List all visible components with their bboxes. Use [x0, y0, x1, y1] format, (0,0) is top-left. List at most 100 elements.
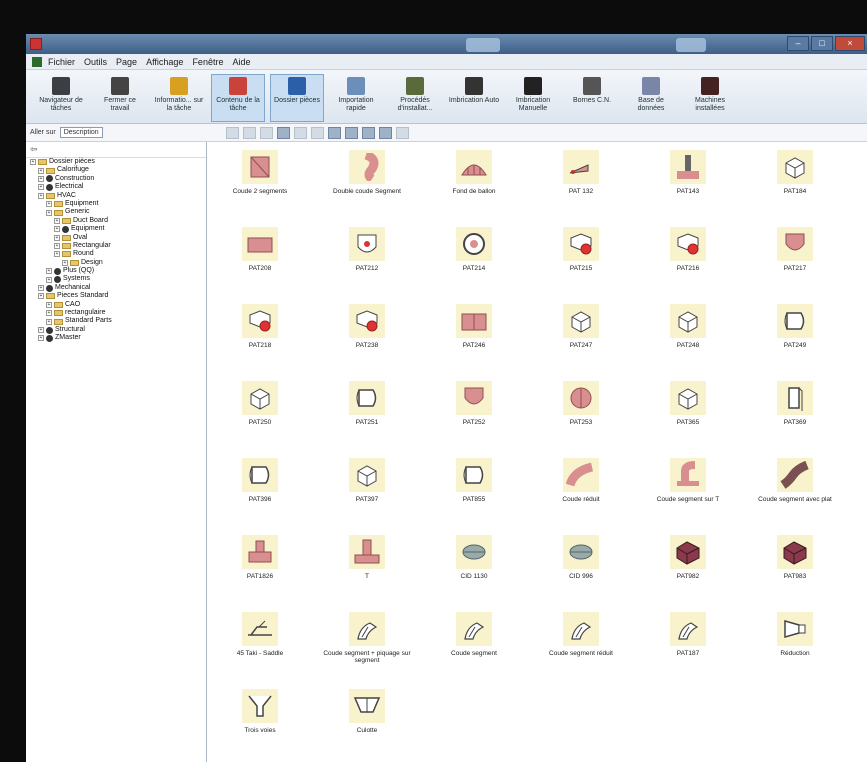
part-item[interactable]: PAT187 — [635, 604, 741, 681]
part-item[interactable]: PAT251 — [314, 373, 420, 450]
expand-icon[interactable]: + — [38, 293, 44, 300]
ribbon-button[interactable]: Fermer ce travail — [93, 74, 147, 122]
part-item[interactable]: PAT218 — [207, 296, 313, 373]
part-item[interactable]: PAT249 — [742, 296, 848, 373]
maximize-button[interactable]: □ — [811, 36, 833, 51]
tree-node[interactable]: + Rectangular — [26, 242, 206, 250]
part-item[interactable]: T — [314, 527, 420, 604]
part-item[interactable]: Réduction — [742, 604, 848, 681]
part-item[interactable]: PAT208 — [207, 219, 313, 296]
ribbon-button[interactable]: Navigateur de tâches — [34, 74, 88, 122]
expand-icon[interactable]: + — [46, 301, 52, 308]
ribbon-button[interactable]: Importation rapide — [329, 74, 383, 122]
ribbon-button[interactable]: Machines installées — [683, 74, 737, 122]
part-item[interactable]: Culotte — [314, 681, 420, 758]
part-item[interactable]: PAT248 — [635, 296, 741, 373]
part-item[interactable]: PAT396 — [207, 450, 313, 527]
part-item[interactable]: PAT855 — [421, 450, 527, 527]
part-item[interactable]: PAT246 — [421, 296, 527, 373]
expand-icon[interactable]: + — [38, 335, 44, 342]
tree-node[interactable]: + Generic — [26, 208, 206, 216]
expand-icon[interactable]: + — [46, 310, 52, 317]
expand-icon[interactable]: + — [62, 259, 68, 266]
part-item[interactable]: PAT184 — [742, 142, 848, 219]
title-bar[interactable]: – □ × — [26, 34, 867, 54]
expand-icon[interactable]: + — [38, 192, 44, 199]
menu-fichier[interactable]: Fichier — [48, 57, 75, 67]
tree-node[interactable]: + Systems — [26, 275, 206, 284]
expand-icon[interactable]: + — [38, 175, 44, 182]
ribbon-button[interactable]: Procédés d'installat... — [388, 74, 442, 122]
view-details-button[interactable] — [379, 126, 392, 139]
view-list-button[interactable] — [362, 126, 375, 139]
part-item[interactable]: PAT247 — [528, 296, 634, 373]
ribbon-button[interactable]: Dossier pièces — [270, 74, 324, 122]
tool-button[interactable] — [396, 126, 409, 139]
tree-node[interactable]: + Equipment — [26, 225, 206, 233]
tree-node[interactable]: + Standard Parts — [26, 317, 206, 325]
part-item[interactable]: Coude segment sur T — [635, 450, 741, 527]
part-item[interactable]: PAT253 — [528, 373, 634, 450]
expand-icon[interactable]: + — [54, 251, 60, 258]
view-small-icons-button[interactable] — [345, 126, 358, 139]
tool-button[interactable] — [294, 126, 307, 139]
tree-node[interactable]: + HVAC — [26, 192, 206, 200]
ribbon-button[interactable]: Informatio... sur la tâche — [152, 74, 206, 122]
part-item[interactable]: Coude segment avec plat — [742, 450, 848, 527]
tree-node[interactable]: + Equipment — [26, 200, 206, 208]
part-item[interactable]: PAT1826 — [207, 527, 313, 604]
tree-node[interactable]: + Electrical — [26, 183, 206, 191]
view-large-icons-button[interactable] — [328, 126, 341, 139]
expand-icon[interactable]: + — [46, 209, 52, 216]
part-item[interactable]: PAT365 — [635, 373, 741, 450]
menu-affichage[interactable]: Affichage — [146, 57, 183, 67]
part-item[interactable]: 45 Taki - Saddle — [207, 604, 313, 681]
tool-button[interactable] — [277, 126, 290, 139]
menu-page[interactable]: Page — [116, 57, 137, 67]
ribbon-button[interactable]: Imbrication Auto — [447, 74, 501, 122]
expand-icon[interactable]: + — [54, 234, 60, 241]
tree-node[interactable]: + Construction — [26, 175, 206, 183]
tree-node[interactable]: + Duct Board — [26, 217, 206, 225]
part-item[interactable]: PAT216 — [635, 219, 741, 296]
ribbon-button[interactable]: Base de données — [624, 74, 678, 122]
part-item[interactable]: PAT983 — [742, 527, 848, 604]
part-item[interactable]: PAT215 — [528, 219, 634, 296]
tree-node[interactable]: + Dossier pièces — [26, 158, 206, 166]
ribbon-button[interactable]: Bornes C.N. — [565, 74, 619, 122]
part-item[interactable]: CID 1130 — [421, 527, 527, 604]
tree-node[interactable]: + ZMaster — [26, 334, 206, 342]
part-item[interactable]: CID 996 — [528, 527, 634, 604]
tree-node[interactable]: + Round — [26, 250, 206, 258]
menu-fenetre[interactable]: Fenêtre — [192, 57, 223, 67]
tool-button[interactable] — [311, 126, 324, 139]
expand-icon[interactable]: + — [30, 159, 36, 166]
part-item[interactable]: PAT238 — [314, 296, 420, 373]
part-item[interactable]: PAT212 — [314, 219, 420, 296]
part-item[interactable]: Coude 2 segments — [207, 142, 313, 219]
part-item[interactable]: Coude segment — [421, 604, 527, 681]
tool-button[interactable] — [243, 126, 256, 139]
part-item[interactable]: PAT217 — [742, 219, 848, 296]
expand-icon[interactable]: + — [38, 167, 44, 174]
tree-node[interactable]: + Plus (QQ) — [26, 267, 206, 275]
part-item[interactable]: PAT214 — [421, 219, 527, 296]
expand-icon[interactable]: + — [46, 318, 52, 325]
tree-node[interactable]: + rectangulaire — [26, 309, 206, 317]
tree-node[interactable]: + Structural — [26, 326, 206, 334]
tool-button[interactable] — [226, 126, 239, 139]
ribbon-button[interactable]: Contenu de la tâche — [211, 74, 265, 122]
part-item[interactable]: PAT 132 — [528, 142, 634, 219]
search-field-select[interactable]: Description — [59, 127, 103, 138]
tree-node[interactable]: + Mechanical — [26, 284, 206, 292]
part-item[interactable]: PAT250 — [207, 373, 313, 450]
tree-node[interactable]: + Calorifuge — [26, 166, 206, 174]
close-button[interactable]: × — [835, 36, 865, 51]
part-item[interactable]: PAT369 — [742, 373, 848, 450]
menu-aide[interactable]: Aide — [232, 57, 250, 67]
expand-icon[interactable]: + — [46, 268, 52, 275]
expand-icon[interactable]: + — [54, 243, 60, 250]
tree-node[interactable]: + CAO — [26, 301, 206, 309]
expand-icon[interactable]: + — [38, 285, 44, 292]
part-item[interactable]: PAT397 — [314, 450, 420, 527]
